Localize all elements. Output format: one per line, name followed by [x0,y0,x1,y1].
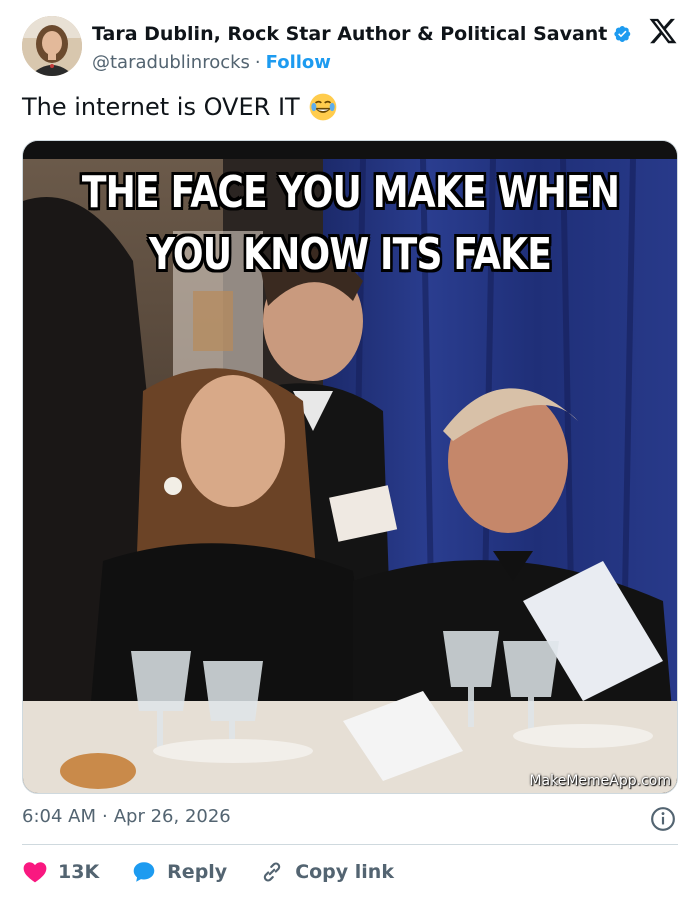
follow-button[interactable]: Follow [266,52,331,73]
tweet-body: The internet is OVER IT [22,93,300,121]
copy-link-label: Copy link [295,861,394,883]
divider [22,844,678,845]
verified-badge-icon [614,26,631,42]
tweet-timestamp[interactable]: 6:04 AM · Apr 26, 2026 [22,806,231,827]
x-logo-icon[interactable] [648,16,678,46]
tweet-text: The internet is OVER IT [22,92,338,122]
meme-caption-top: THE FACE YOU MAKE WHEN [81,167,620,218]
info-icon[interactable] [650,806,676,832]
copy-link-button[interactable]: Copy link [259,859,394,885]
like-count: 13K [58,861,100,883]
meme-watermark: MakeMemeApp.com [529,773,671,789]
heart-icon [23,862,47,883]
display-name[interactable]: Tara Dublin, Rock Star Author & Politica… [92,23,607,45]
like-button[interactable]: 13K [22,859,99,885]
tweet-date: Apr 26, 2026 [113,806,231,827]
reply-bubble-icon [133,862,155,882]
tweet-header: Tara Dublin, Rock Star Author & Politica… [92,22,632,74]
handle-row: @taradublinrocks · Follow [92,50,632,74]
tweet-media[interactable]: THE FACE YOU MAKE WHEN YOU KNOW ITS FAKE… [22,140,678,794]
handle[interactable]: @taradublinrocks [92,52,250,73]
tweet-card: Tara Dublin, Rock Star Author & Politica… [0,0,700,898]
handle-separator: · [254,51,261,73]
tweet-actions: 13K Reply Copy link [22,858,426,886]
laughing-emoji-icon [309,93,337,121]
timestamp-separator: · [102,806,108,827]
tweet-time: 6:04 AM [22,806,96,827]
avatar[interactable] [22,16,82,76]
meme-caption-bottom: YOU KNOW ITS FAKE [148,229,552,280]
name-row: Tara Dublin, Rock Star Author & Politica… [92,22,632,46]
link-icon [264,862,281,882]
reply-label: Reply [167,861,228,883]
reply-button[interactable]: Reply [131,859,227,885]
avatar-image [22,16,82,76]
